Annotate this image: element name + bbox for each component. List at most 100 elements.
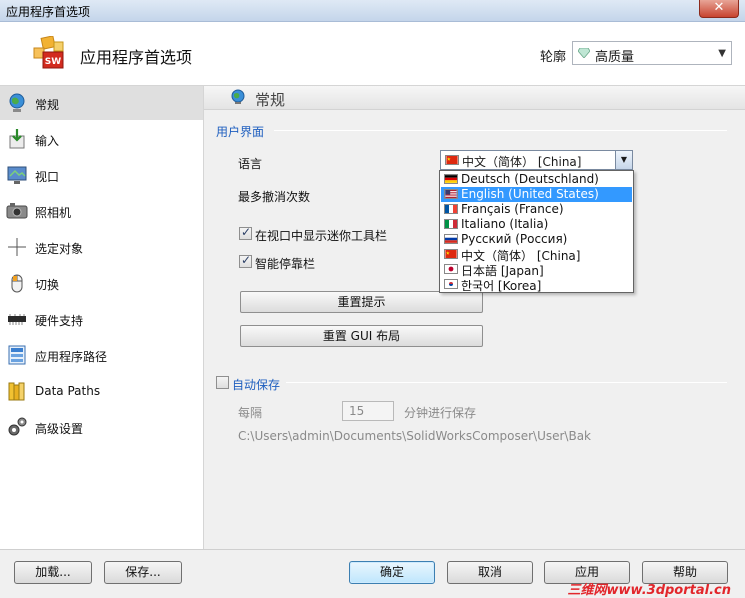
profile-label: 轮廓 [540,50,567,65]
dialog-footer: 加载... 保存... 确定 取消 应用 帮助 三维网www.3dportal.… [0,549,745,598]
option-label: Italiano (Italia) [461,217,549,231]
sidebar-item-label: 应用程序路径 [35,350,108,364]
sidebar-item-label: 硬件支持 [35,314,84,328]
reset-gui-button[interactable]: 重置 GUI 布局 [240,325,483,347]
language-option-cn[interactable]: 中文（简体） [China] [441,247,632,263]
import-icon [9,129,25,149]
autosave-path: C:\Users\admin\Documents\SolidWorksCompo… [238,429,592,443]
sidebar-item-label: 输入 [35,134,60,148]
group-divider [274,130,727,131]
sidebar-item-label: Data Paths [35,384,101,398]
flag-cn-icon [444,249,458,259]
flag-kr-icon [444,279,458,289]
chevron-down-icon: ▼ [718,48,726,59]
sw-logo-icon: SW [33,36,64,69]
language-label: 语言 [238,157,263,171]
language-select[interactable]: 中文（简体） [China] ▼ [440,150,633,170]
flag-ru-icon [444,234,458,244]
autosave-interval-value: 15 [349,404,365,418]
flag-cn-icon [445,155,459,165]
sidebar-item-import[interactable]: 输入 [0,122,203,156]
globe-icon [231,89,245,104]
sidebar-item-selection[interactable]: 选定对象 [0,230,203,264]
save-button[interactable]: 保存... [104,561,182,584]
language-option-jp[interactable]: 日本語 [Japan] [441,262,632,278]
group-divider [286,382,727,383]
flag-fr-icon [444,204,458,214]
language-option-de[interactable]: Deutsch (Deutschland) [441,172,632,187]
option-label: English (United States) [461,187,599,201]
sidebar-item-label: 选定对象 [35,242,84,256]
autosave-checkbox[interactable] [216,376,229,389]
settings-panel: 常规 用户界面 语言 中文（简体） [China] ▼ 最多撤消次数 ✓ 在视口… [204,86,745,549]
reset-tips-button[interactable]: 重置提示 [240,291,483,313]
flag-de-icon [444,174,458,184]
profile-select[interactable]: 高质量 ▼ [572,41,732,65]
flag-us-icon [444,189,458,199]
sidebar-item-switch[interactable]: 切换 [0,266,203,300]
globe-icon [9,93,25,112]
language-option-ru[interactable]: Русский (Россия) [441,232,632,247]
camera-icon [6,203,28,219]
section-header: 常规 [204,86,745,110]
sidebar-item-label: 高级设置 [35,422,84,436]
chevron-down-icon[interactable]: ▼ [615,151,632,169]
smart-dock-label: 智能停靠栏 [255,257,316,271]
gears-icon [8,417,27,436]
language-dropdown-list: Deutsch (Deutschland) English (United St… [439,170,634,293]
window-title: 应用程序首选项 [6,5,91,19]
flag-it-icon [444,219,458,229]
close-button[interactable]: ✕ [699,0,739,18]
autosave-every-label: 每隔 [238,406,263,420]
checkmark-icon: ✓ [241,225,252,239]
svg-text:SW: SW [45,57,61,67]
load-button[interactable]: 加载... [14,561,92,584]
mini-toolbar-checkbox[interactable]: ✓ [239,225,252,240]
viewport-icon [7,166,27,184]
sidebar-item-label: 常规 [35,98,60,112]
diamond-icon [578,48,590,58]
sidebar-item-label: 切换 [35,278,60,292]
language-option-kr[interactable]: 한국어 [Korea] [441,277,632,293]
language-value: 中文（简体） [China] [462,155,582,169]
dialog-header: SW 应用程序首选项 轮廓 高质量 ▼ [0,22,745,86]
autosave-unit-label: 分钟进行保存 [404,406,477,420]
language-option-fr[interactable]: Français (France) [441,202,632,217]
language-option-en[interactable]: English (United States) [441,187,632,202]
option-label: Deutsch (Deutschland) [461,172,599,186]
option-label: Русский (Россия) [461,232,568,246]
sidebar: 常规 输入 视口 照相机 选定对象 切换 硬件支持 应用程序路径 Data Pa… [0,86,204,549]
language-option-it[interactable]: Italiano (Italia) [441,217,632,232]
smart-dock-checkbox[interactable]: ✓ [239,253,252,268]
option-label: Français (France) [461,202,564,216]
ui-group-title: 用户界面 [216,125,265,139]
sidebar-item-data-paths[interactable]: Data Paths [0,374,203,408]
ok-button[interactable]: 确定 [349,561,435,584]
option-label: 한국어 [Korea] [461,279,542,293]
paths-icon [8,345,26,365]
sidebar-item-general[interactable]: 常规 [0,86,203,120]
mouse-icon [11,274,23,293]
checkmark-icon: ✓ [241,253,252,267]
mini-toolbar-label: 在视口中显示迷你工具栏 [255,229,388,243]
chip-icon [8,314,26,325]
watermark: 三维网www.3dportal.cn [567,583,731,598]
sidebar-item-camera[interactable]: 照相机 [0,194,203,228]
section-title: 常规 [255,91,286,109]
cancel-button[interactable]: 取消 [447,561,533,584]
sidebar-item-viewport[interactable]: 视口 [0,158,203,192]
title-bar: 应用程序首选项 ✕ [0,0,745,22]
sidebar-item-label: 视口 [35,170,60,184]
autosave-title: 自动保存 [232,378,281,392]
books-icon [8,382,25,401]
crosshair-icon [8,238,26,256]
sidebar-item-hardware[interactable]: 硬件支持 [0,302,203,336]
dialog-title: 应用程序首选项 [80,48,193,67]
sidebar-item-advanced[interactable]: 高级设置 [0,410,203,444]
autosave-interval-input[interactable]: 15 [342,401,394,421]
flag-jp-icon [444,264,458,274]
undo-count-label: 最多撤消次数 [238,190,311,204]
profile-value: 高质量 [595,50,635,65]
sidebar-item-app-paths[interactable]: 应用程序路径 [0,338,203,372]
sidebar-item-label: 照相机 [35,206,72,220]
